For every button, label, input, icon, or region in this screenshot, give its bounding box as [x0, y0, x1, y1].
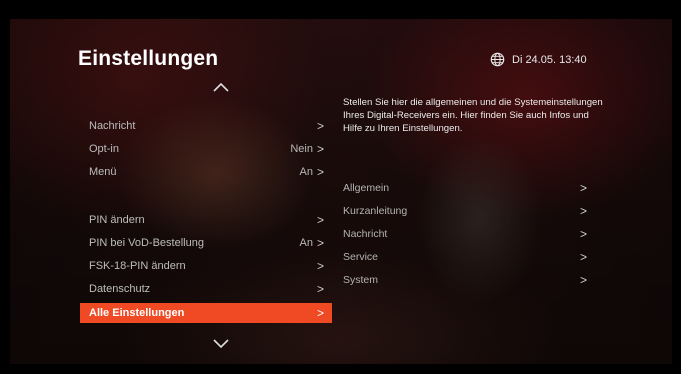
- page-title: Einstellungen: [78, 47, 219, 70]
- chevron-right-icon: >: [316, 282, 324, 296]
- chevron-right-icon: >: [316, 142, 324, 156]
- settings-overlay: Einstellungen Di 24.05. 13:40 Nachricht …: [10, 19, 672, 364]
- menu-item-fsk18-pin[interactable]: FSK-18-PIN ändern >: [80, 256, 332, 276]
- menu-item-label: Opt-in: [89, 143, 119, 155]
- chevron-up-icon[interactable]: [213, 83, 229, 92]
- menu-item-nachricht[interactable]: Nachricht >: [80, 116, 332, 136]
- chevron-right-icon: >: [316, 259, 324, 273]
- chevron-right-icon: >: [579, 273, 587, 287]
- menu-item-value: An: [299, 166, 313, 178]
- menu-item-label: Menü: [89, 166, 117, 178]
- menu-item-pin-aendern[interactable]: PIN ändern >: [80, 210, 332, 230]
- menu-item-label: PIN bei VoD-Bestellung: [89, 237, 204, 249]
- chevron-down-icon[interactable]: [213, 339, 229, 348]
- submenu-item-label: Kurzanleitung: [343, 205, 408, 217]
- chevron-right-icon: >: [316, 306, 324, 320]
- menu-item-label: FSK-18-PIN ändern: [89, 260, 186, 272]
- chevron-right-icon: >: [579, 204, 587, 218]
- menu-item-label: Nachricht: [89, 120, 136, 132]
- menu-item-alle-einstellungen[interactable]: Alle Einstellungen >: [80, 303, 332, 323]
- menu-item-opt-in[interactable]: Opt-in Nein >: [80, 139, 332, 159]
- datetime-text: Di 24.05. 13:40: [512, 53, 587, 66]
- menu-item-label: Alle Einstellungen: [89, 307, 185, 319]
- submenu-item-kurzanleitung[interactable]: Kurzanleitung >: [343, 202, 587, 220]
- chevron-right-icon: >: [316, 165, 324, 179]
- chevron-right-icon: >: [579, 181, 587, 195]
- submenu-item-label: Allgemein: [343, 182, 390, 194]
- menu-item-pin-vod[interactable]: PIN bei VoD-Bestellung An >: [80, 233, 332, 253]
- menu-item-value: Nein: [290, 143, 313, 155]
- menu-item-label: PIN ändern: [89, 214, 145, 226]
- chevron-right-icon: >: [316, 119, 324, 133]
- menu-item-value: An: [299, 237, 313, 249]
- globe-icon: [490, 52, 505, 67]
- chevron-right-icon: >: [579, 250, 587, 264]
- menu-item-label: Datenschutz: [89, 283, 151, 295]
- chevron-right-icon: >: [579, 227, 587, 241]
- submenu-item-system[interactable]: System >: [343, 271, 587, 289]
- menu-item-datenschutz[interactable]: Datenschutz >: [80, 279, 332, 299]
- chevron-right-icon: >: [316, 213, 324, 227]
- clock-widget: Di 24.05. 13:40: [490, 52, 587, 67]
- submenu-item-label: Nachricht: [343, 228, 388, 240]
- settings-description: Stellen Sie hier die allgemeinen und die…: [343, 97, 603, 134]
- submenu-item-label: Service: [343, 251, 379, 263]
- submenu-item-service[interactable]: Service >: [343, 248, 587, 266]
- submenu-item-allgemein[interactable]: Allgemein >: [343, 179, 587, 197]
- tv-screen: Einstellungen Di 24.05. 13:40 Nachricht …: [10, 19, 672, 364]
- submenu-item-nachricht[interactable]: Nachricht >: [343, 225, 587, 243]
- submenu-item-label: System: [343, 274, 379, 286]
- menu-item-menue[interactable]: Menü An >: [80, 162, 332, 182]
- chevron-right-icon: >: [316, 236, 324, 250]
